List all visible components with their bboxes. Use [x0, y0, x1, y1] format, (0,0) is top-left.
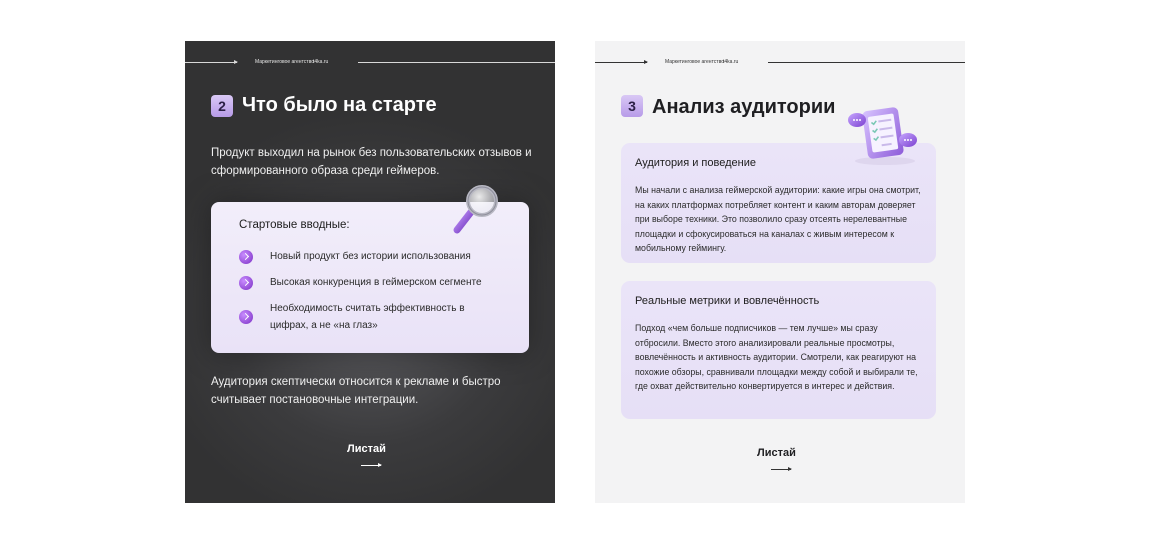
arrow-right-icon[interactable]: [771, 467, 792, 471]
clipboard-checklist-icon: [848, 107, 917, 165]
slide-header: Маркетинговое агентство t4ka.ru: [185, 57, 555, 67]
card-title: Реальные метрики и вовлечённость: [635, 295, 820, 307]
list-item-text: Новый продукт без истории использования: [270, 251, 471, 262]
site-label: t4ka.ru: [723, 59, 739, 65]
header-arrow-icon: [234, 60, 238, 64]
card-title: Стартовые вводные:: [239, 219, 350, 231]
slide-title: Что было на старте: [242, 94, 437, 116]
slide-header: Маркетинговое агентство t4ka.ru: [595, 57, 965, 67]
chevron-right-icon: [239, 250, 253, 264]
list-item: Необходимость считать эффективность в ци…: [239, 300, 470, 334]
slide-number-badge: 2: [211, 95, 233, 117]
chevron-right-icon: [239, 276, 253, 290]
card-title: Аудитория и поведение: [635, 157, 756, 169]
header-line-left: [595, 62, 647, 63]
card-body: Мы начали с анализа геймерской аудитории…: [635, 185, 921, 254]
swipe-label[interactable]: Листай: [347, 443, 386, 455]
swipe-label[interactable]: Листай: [757, 447, 796, 459]
slide-title: Анализ аудитории: [652, 96, 836, 118]
header-arrow-icon: [644, 60, 648, 64]
agency-label: Маркетинговое агентство: [665, 59, 724, 65]
slide-number-badge: 3: [621, 95, 643, 117]
site-label: t4ka.ru: [313, 59, 329, 65]
slide-what-was-at-start: Маркетинговое агентство t4ka.ru 2 Что бы…: [185, 41, 555, 503]
real-metrics-card: Реальные метрики и вовлечённость Подход …: [621, 281, 936, 419]
card-body: Подход «чем больше подписчиков — тем луч…: [635, 323, 918, 392]
header-line-left: [185, 62, 237, 63]
list-item-text: Необходимость считать эффективность в ци…: [270, 303, 465, 331]
intro-paragraph: Продукт выходил на рынок без пользовател…: [211, 147, 532, 177]
magnifier-icon: [453, 185, 498, 234]
list-item: Новый продукт без истории использования: [239, 248, 500, 265]
list-item-text: Высокая конкуренция в геймерском сегмент…: [270, 277, 482, 288]
list-item: Высокая конкуренция в геймерском сегмент…: [239, 274, 500, 291]
header-line-right: [768, 62, 965, 63]
slide-audience-analysis: Маркетинговое агентство t4ka.ru 3 Анализ…: [595, 41, 965, 503]
outro-paragraph: Аудитория скептически относится к реклам…: [211, 376, 501, 406]
agency-label: Маркетинговое агентство: [255, 59, 314, 65]
arrow-right-icon[interactable]: [361, 463, 382, 467]
chevron-right-icon: [239, 310, 253, 324]
header-line-right: [358, 62, 555, 63]
